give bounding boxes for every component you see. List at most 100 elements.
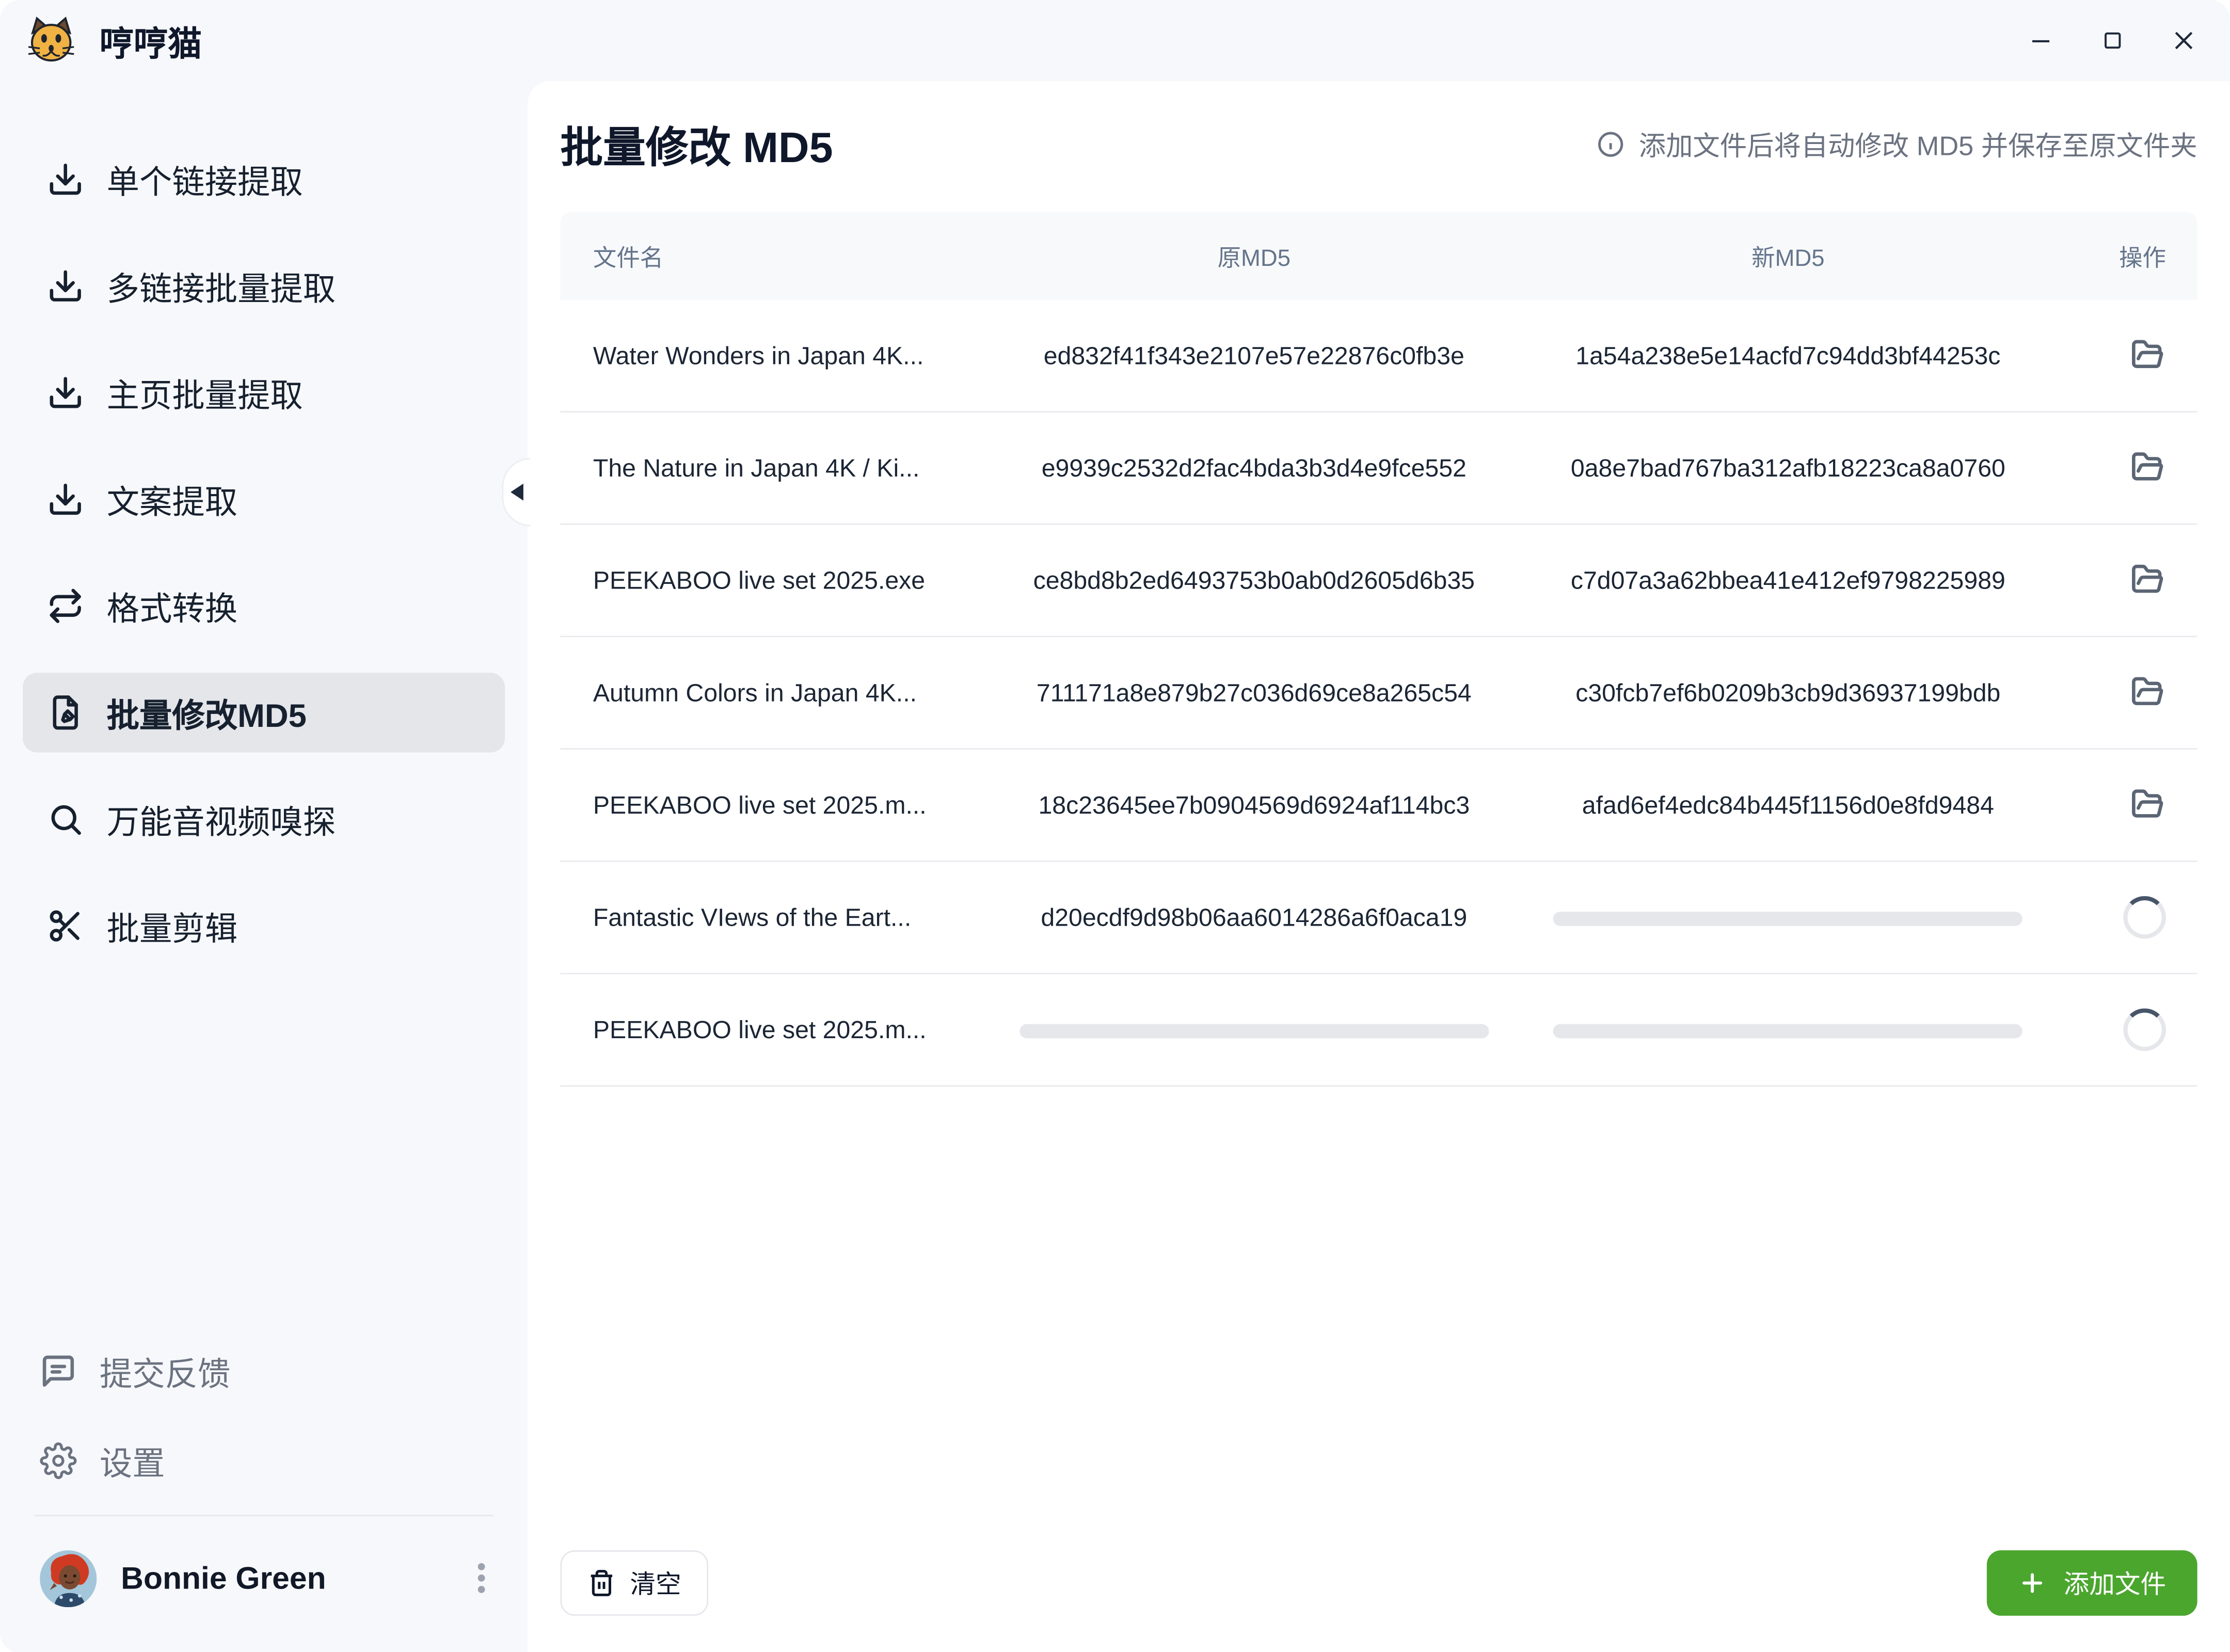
table-body: Water Wonders in Japan 4K...ed832f41f343… [561, 300, 2197, 1087]
app-title: 哼哼猫 [100, 15, 202, 65]
sidebar-item-万能音视频嗅探[interactable]: 万能音视频嗅探 [23, 780, 505, 859]
info-note: 添加文件后将自动修改 MD5 并保存至原文件夹 [1596, 124, 2197, 163]
cat-logo-icon [26, 15, 77, 66]
sidebar-nav: 单个链接提取多链接批量提取主页批量提取文案提取格式转换批量修改MD5 万能音视频嗅… [0, 139, 528, 993]
minimize-button[interactable] [2017, 17, 2065, 65]
col-header-filename: 文件名 [561, 239, 987, 273]
table-row: PEEKABOO live set 2025.exece8bd8b2ed6493… [561, 525, 2197, 638]
action-cell [2055, 562, 2197, 599]
md5-progress-skeleton [1020, 1024, 1489, 1038]
table-header: 文件名 原MD5 新MD5 操作 [561, 212, 2197, 300]
table-row: PEEKABOO live set 2025.m...18c23645ee7b0… [561, 750, 2197, 862]
add-files-button[interactable]: 添加文件 [1987, 1550, 2197, 1615]
info-icon [1596, 129, 1626, 158]
file-name-cell: Fantastic VIews of the Eart... [561, 902, 987, 932]
file-name-cell: Autumn Colors in Japan 4K... [561, 678, 987, 708]
sidebar-item-格式转换[interactable]: 格式转换 [23, 566, 505, 646]
old-md5-cell: d20ecdf9d98b06aa6014286a6f0aca19 [987, 902, 1521, 932]
folder-open-icon [2129, 787, 2166, 824]
sidebar-item-多链接批量提取[interactable]: 多链接批量提取 [23, 246, 505, 326]
loading-spinner [2123, 896, 2166, 939]
table-row: Autumn Colors in Japan 4K...711171a8e879… [561, 637, 2197, 750]
sidebar-item-label: 批量剪辑 [107, 902, 237, 950]
loading-spinner [2123, 1008, 2166, 1051]
main-header: 批量修改 MD5 添加文件后将自动修改 MD5 并保存至原文件夹 [561, 113, 2197, 175]
new-md5-cell: 0a8e7bad767ba312afb18223ca8a0760 [1521, 453, 2056, 483]
folder-open-icon [2129, 337, 2166, 374]
main-panel: 批量修改 MD5 添加文件后将自动修改 MD5 并保存至原文件夹 文件名 原MD… [528, 81, 2230, 1652]
old-md5-cell: 18c23645ee7b0904569d6924af114bc3 [987, 790, 1521, 820]
sidebar: 单个链接提取多链接批量提取主页批量提取文案提取格式转换批量修改MD5 万能音视频嗅… [0, 81, 528, 1652]
new-md5-cell: 1a54a238e5e14acfd7c94dd3bf44253c [1521, 341, 2056, 371]
folder-open-icon [2129, 450, 2166, 487]
sidebar-item-批量剪辑[interactable]: 批量剪辑 [23, 886, 505, 965]
file-name-cell: PEEKABOO live set 2025.m... [561, 790, 987, 820]
open-folder-button[interactable] [2129, 674, 2166, 711]
clear-button[interactable]: 清空 [561, 1550, 709, 1615]
sidebar-item-主页批量提取[interactable]: 主页批量提取 [23, 353, 505, 432]
sidebar-item-label: 设置 [100, 1436, 165, 1484]
window-controls [2017, 17, 2230, 65]
file-name-cell: PEEKABOO live set 2025.m... [561, 1015, 987, 1045]
sidebar-footer: 提交反馈设置 [0, 1335, 528, 1652]
search-icon [45, 800, 84, 838]
trash-icon [587, 1568, 616, 1596]
sidebar-item-设置[interactable]: 设置 [23, 1424, 505, 1496]
table-row: PEEKABOO live set 2025.m... [561, 974, 2197, 1087]
clear-button-label: 清空 [630, 1564, 681, 1601]
open-folder-button[interactable] [2129, 450, 2166, 487]
convert-icon [45, 586, 84, 625]
avatar [40, 1550, 97, 1607]
close-button[interactable] [2159, 17, 2207, 65]
folder-open-icon [2129, 674, 2166, 711]
download-icon [45, 160, 84, 198]
sidebar-item-label: 万能音视频嗅探 [107, 795, 336, 844]
old-md5-cell: ce8bd8b2ed6493753b0ab0d2605d6b35 [987, 565, 1521, 595]
md5-progress-skeleton [1553, 912, 2022, 926]
title-bar: 哼哼猫 [0, 0, 2230, 81]
sidebar-item-提交反馈[interactable]: 提交反馈 [23, 1335, 505, 1406]
user-name: Bonnie Green [121, 1560, 326, 1597]
sidebar-item-文案提取[interactable]: 文案提取 [23, 459, 505, 539]
chevron-left-icon [511, 484, 523, 501]
file-name-cell: Water Wonders in Japan 4K... [561, 341, 987, 371]
app-window-stage: 哼哼猫 单个链接提取多链接批量提取主页批量提取文案提取格式转换批量修改MD5 万能… [0, 0, 2230, 1652]
open-folder-button[interactable] [2129, 787, 2166, 824]
sidebar-item-label: 提交反馈 [100, 1346, 230, 1395]
app-window: 哼哼猫 单个链接提取多链接批量提取主页批量提取文案提取格式转换批量修改MD5 万能… [0, 0, 2230, 1652]
open-folder-button[interactable] [2129, 562, 2166, 599]
new-md5-cell: c30fcb7ef6b0209b3cb9d36937199bdb [1521, 678, 2056, 708]
sidebar-item-单个链接提取[interactable]: 单个链接提取 [23, 139, 505, 219]
new-md5-cell [1521, 902, 2056, 932]
download-icon [45, 267, 84, 305]
sidebar-divider [34, 1514, 493, 1516]
sidebar-item-label: 文案提取 [107, 475, 237, 523]
file-name-cell: PEEKABOO live set 2025.exe [561, 565, 987, 595]
sidebar-item-label: 单个链接提取 [107, 155, 303, 203]
table-row: Water Wonders in Japan 4K...ed832f41f343… [561, 300, 2197, 412]
file-edit-icon [45, 693, 84, 732]
action-cell [2055, 896, 2197, 939]
maximize-button[interactable] [2088, 17, 2136, 65]
page-title: 批量修改 MD5 [561, 113, 833, 175]
info-note-text: 添加文件后将自动修改 MD5 并保存至原文件夹 [1639, 124, 2197, 163]
new-md5-cell: afad6ef4edc84b445f1156d0e8fd9484 [1521, 790, 2056, 820]
old-md5-cell: ed832f41f343e2107e57e22876c0fb3e [987, 341, 1521, 371]
sidebar-item-label: 主页批量提取 [107, 369, 303, 417]
folder-open-icon [2129, 562, 2166, 599]
open-folder-button[interactable] [2129, 337, 2166, 374]
new-md5-cell [1521, 1015, 2056, 1045]
file-name-cell: The Nature in Japan 4K / Ki... [561, 453, 987, 483]
download-icon [45, 373, 84, 411]
feedback-icon [40, 1352, 77, 1389]
col-header-new-md5: 新MD5 [1521, 239, 2056, 273]
table-row: Fantastic VIews of the Eart...d20ecdf9d9… [561, 862, 2197, 975]
user-menu-button[interactable] [469, 1554, 493, 1601]
new-md5-cell: c7d07a3a62bbea41e412ef9798225989 [1521, 565, 2056, 595]
footer-actions: 清空 添加文件 [561, 1550, 2197, 1615]
old-md5-cell: 711171a8e879b27c036d69ce8a265c54 [987, 678, 1521, 708]
sidebar-item-批量修改MD5[interactable]: 批量修改MD5 [23, 673, 505, 752]
gear-icon [40, 1441, 77, 1479]
action-cell [2055, 450, 2197, 487]
col-header-action: 操作 [2055, 239, 2197, 273]
